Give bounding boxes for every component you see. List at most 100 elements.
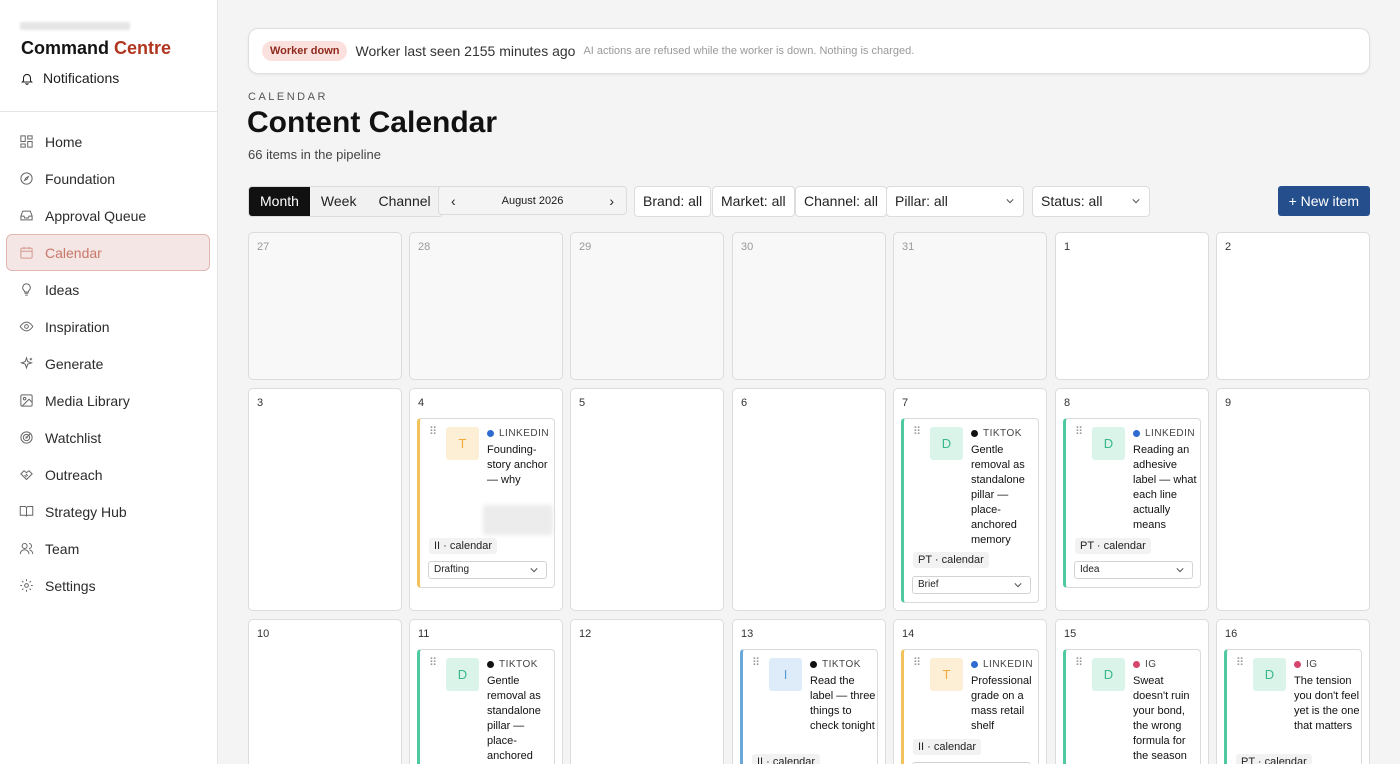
sidebar-item-calendar[interactable]: Calendar <box>6 234 210 271</box>
sidebar-item-label: Calendar <box>45 244 102 261</box>
sidebar-item-strategy-hub[interactable]: Strategy Hub <box>6 493 210 530</box>
status-select-value: Status: all <box>1041 193 1103 209</box>
day-cell[interactable]: 6 <box>732 388 886 611</box>
status-select[interactable]: Drafting <box>428 561 547 579</box>
users-icon <box>19 543 34 555</box>
sidebar-item-approval-queue[interactable]: Approval Queue <box>6 197 210 234</box>
day-number: 10 <box>257 628 270 640</box>
card-platform: LINKEDIN <box>971 659 1033 670</box>
notifications-label: Notifications <box>43 70 120 86</box>
content-card[interactable]: ⠿ D IG Sweat doesn't ruin your bond, the… <box>1063 649 1201 764</box>
card-platform: TIKTOK <box>810 659 861 670</box>
drag-handle-icon[interactable]: ⠿ <box>913 427 921 438</box>
day-cell[interactable]: 31 <box>893 232 1047 380</box>
sidebar-item-label: Strategy Hub <box>45 503 127 520</box>
platform-label: TIKTOK <box>822 659 861 670</box>
sidebar-item-home[interactable]: Home <box>6 123 210 160</box>
card-initial: D <box>1253 658 1286 691</box>
status-select-value: Drafting <box>434 564 470 575</box>
day-number: 11 <box>418 628 430 640</box>
sidebar-item-watchlist[interactable]: Watchlist <box>6 419 210 456</box>
previous-month-button[interactable]: ‹ <box>451 193 456 209</box>
content-card[interactable]: ⠿ T LINKEDIN Founding-story anchor — why… <box>417 418 555 588</box>
sidebar-item-foundation[interactable]: Foundation <box>6 160 210 197</box>
drag-handle-icon[interactable]: ⠿ <box>752 658 760 669</box>
day-cell[interactable]: 3 <box>248 388 402 611</box>
sidebar-item-label: Approval Queue <box>45 207 147 224</box>
content-card[interactable]: ⠿ D TIKTOK Gentle removal as standalone … <box>901 418 1039 603</box>
day-cell[interactable]: 11 ⠿ D TIKTOK Gentle removal as standalo… <box>409 619 563 764</box>
day-cell[interactable]: 14 ⠿ T LINKEDIN Professional grade on a … <box>893 619 1047 764</box>
market-filter[interactable]: Market: all <box>712 186 795 217</box>
brand-filter[interactable]: Brand: all <box>634 186 712 217</box>
pillar-select[interactable]: Pillar: all <box>886 186 1024 217</box>
new-item-button[interactable]: + New item <box>1277 186 1370 216</box>
day-cell[interactable]: 30 <box>732 232 886 380</box>
next-month-button[interactable]: › <box>609 193 614 209</box>
sidebar-item-media-library[interactable]: Media Library <box>6 382 210 419</box>
day-cell[interactable]: 7 ⠿ D TIKTOK Gentle removal as standalon… <box>893 388 1047 611</box>
notifications-link[interactable]: Notifications <box>20 70 119 86</box>
content-card[interactable]: ⠿ I TIKTOK Read the label — three things… <box>740 649 878 764</box>
status-select[interactable]: Brief <box>912 576 1031 594</box>
inbox-icon <box>20 210 33 221</box>
day-cell[interactable]: 16 ⠿ D IG The tension you don't feel yet… <box>1216 619 1370 764</box>
drag-handle-icon[interactable]: ⠿ <box>1075 427 1083 438</box>
drag-handle-icon[interactable]: ⠿ <box>913 658 921 669</box>
content-card[interactable]: ⠿ D TIKTOK Gentle removal as standalone … <box>417 649 555 764</box>
content-card[interactable]: ⠿ D IG The tension you don't feel yet is… <box>1224 649 1362 764</box>
sidebar-item-inspiration[interactable]: Inspiration <box>6 308 210 345</box>
drag-handle-icon[interactable]: ⠿ <box>1236 658 1244 669</box>
day-cell[interactable]: 29 <box>570 232 724 380</box>
view-month-button[interactable]: Month <box>249 187 310 216</box>
content-card[interactable]: ⠿ T LINKEDIN Professional grade on a mas… <box>901 649 1039 764</box>
day-cell[interactable]: 10 <box>248 619 402 764</box>
day-number: 27 <box>257 241 270 253</box>
chevron-down-icon <box>1014 583 1022 588</box>
card-initial: D <box>1092 427 1125 460</box>
drag-handle-icon[interactable]: ⠿ <box>429 427 437 438</box>
day-number: 7 <box>902 397 909 409</box>
day-cell[interactable]: 5 <box>570 388 724 611</box>
day-number: 30 <box>741 241 754 253</box>
sidebar-item-ideas[interactable]: Ideas <box>6 271 210 308</box>
compass-icon <box>20 172 33 185</box>
sidebar-item-generate[interactable]: Generate <box>6 345 210 382</box>
day-cell[interactable]: 12 <box>570 619 724 764</box>
drag-handle-icon[interactable]: ⠿ <box>1075 658 1083 669</box>
status-select[interactable]: Status: all <box>1032 186 1150 217</box>
content-card[interactable]: ⠿ D LINKEDIN Reading an adhesive label —… <box>1063 418 1201 588</box>
worker-status-message: Worker last seen 2155 minutes ago <box>355 43 576 59</box>
worker-status-note: AI actions are refused while the worker … <box>583 45 915 57</box>
channel-filter[interactable]: Channel: all <box>795 186 887 217</box>
sidebar-nav: Home Foundation Approval Queue Calendar … <box>6 123 210 604</box>
day-cell[interactable]: 4 ⠿ T LINKEDIN Founding-story anchor — w… <box>409 388 563 611</box>
day-number: 31 <box>902 241 915 253</box>
view-week-button[interactable]: Week <box>310 187 368 216</box>
day-cell[interactable]: 9 <box>1216 388 1370 611</box>
brand-logo[interactable]: Command Centre <box>21 38 171 59</box>
status-select[interactable]: Idea <box>1074 561 1193 579</box>
day-cell[interactable]: 28 <box>409 232 563 380</box>
day-number: 5 <box>579 397 586 409</box>
sidebar-item-outreach[interactable]: Outreach <box>6 456 210 493</box>
drag-handle-icon[interactable]: ⠿ <box>429 658 437 669</box>
sidebar-item-label: Generate <box>45 355 104 372</box>
day-cell[interactable]: 1 <box>1055 232 1209 380</box>
day-number: 6 <box>741 397 748 409</box>
day-cell[interactable]: 27 <box>248 232 402 380</box>
platform-label: LINKEDIN <box>1145 428 1196 439</box>
day-cell[interactable]: 15 ⠿ D IG Sweat doesn't ruin your bond, … <box>1055 619 1209 764</box>
card-title: Read the label — three things to check t… <box>810 675 876 732</box>
day-cell[interactable]: 13 ⠿ I TIKTOK Read the label — three thi… <box>732 619 886 764</box>
view-channel-button[interactable]: Channel <box>367 187 441 216</box>
view-switcher: Month Week Channel <box>248 186 443 217</box>
sidebar-item-settings[interactable]: Settings <box>6 567 210 604</box>
day-cell[interactable]: 8 ⠿ D LINKEDIN Reading an adhesive label… <box>1055 388 1209 611</box>
sidebar-item-team[interactable]: Team <box>6 530 210 567</box>
eye-icon <box>19 321 34 332</box>
day-cell[interactable]: 2 <box>1216 232 1370 380</box>
workspace-switcher-blurred[interactable] <box>20 22 130 30</box>
card-title: Gentle removal as standalone pillar — pl… <box>971 444 1025 546</box>
sidebar-item-label: Watchlist <box>45 429 102 446</box>
